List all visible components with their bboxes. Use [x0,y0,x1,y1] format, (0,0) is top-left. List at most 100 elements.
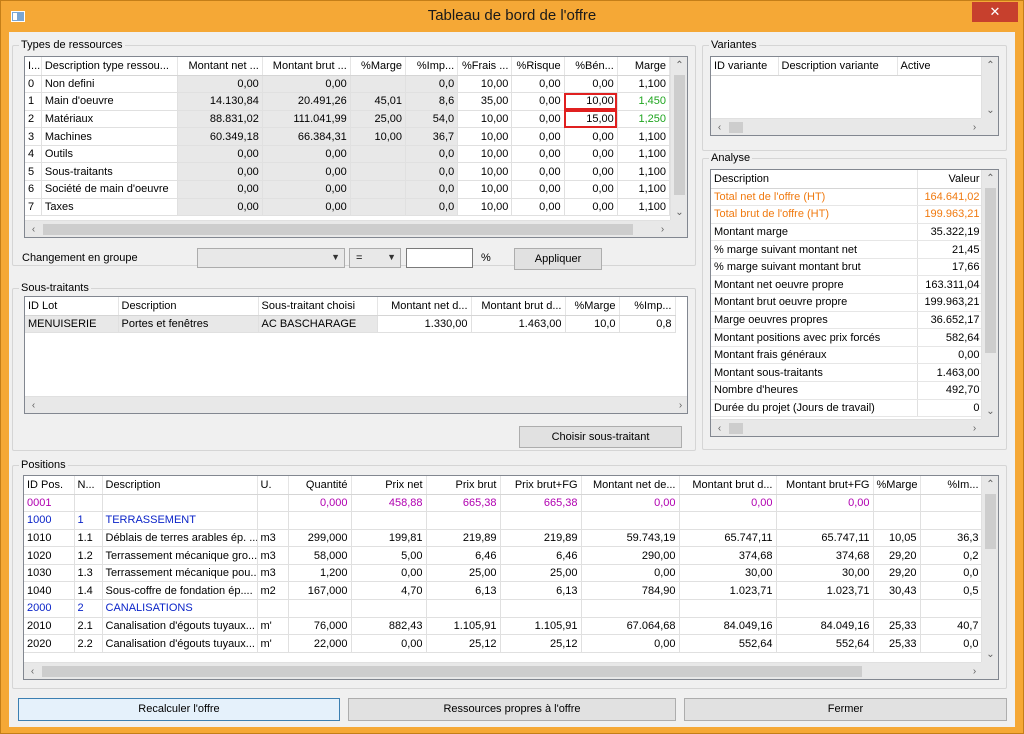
table-row[interactable]: 2010 2.1 Canalisation d'égouts tuyaux... m'… [24,617,983,636]
table-row[interactable]: Durée du projet (Jours de travail) 0 [711,399,984,418]
group-operator-combo[interactable]: = ▼ [349,248,401,268]
close-button[interactable]: ✕ [972,2,1018,22]
column-header[interactable]: Active [897,57,982,76]
choose-subcontractor-button[interactable]: Choisir sous-traitant [519,426,682,448]
scroll-left-icon[interactable]: ‹ [711,420,728,436]
table-row[interactable]: % marge suivant montant net 21,45 [711,240,984,259]
table-row[interactable]: 1030 1.3 Terrassement mécanique pou... m3 1,… [24,564,983,583]
variantes-grid[interactable]: ID variante Description variante Active ⌃ … [710,56,999,136]
scroll-thumb[interactable] [729,122,743,133]
column-header[interactable]: %Im... [920,476,983,495]
column-header[interactable]: Montant brut d... [471,297,566,316]
sous-traitants-horizontal-scrollbar[interactable]: ‹ › [25,396,687,413]
scroll-up-icon[interactable]: ⌃ [982,476,998,493]
table-row[interactable]: 7 Taxes 0,00 0,00 0,0 10,00 0,00 0,00 1,100 [25,198,671,217]
column-header[interactable]: Description [118,297,259,316]
column-header[interactable]: %Marge [565,297,620,316]
table-row[interactable]: MENUISERIE Portes et fenêtres AC BASCHARAG… [25,315,676,334]
table-row[interactable]: 2 Matériaux 88.831,02 111.041,99 25,00 54,0 10… [25,110,671,129]
column-header[interactable]: ID Lot [25,297,119,316]
column-header[interactable]: Montant net ... [177,57,263,76]
table-row[interactable]: 2000 2 CANALISATIONS [24,599,983,618]
column-header[interactable]: Valeur [917,170,984,189]
table-row[interactable]: 2020 2.2 Canalisation d'égouts tuyaux... m'… [24,634,983,653]
positions-horizontal-scrollbar[interactable]: ‹ › [24,662,983,679]
scroll-left-icon[interactable]: ‹ [711,119,728,135]
table-row[interactable]: Montant marge 35.322,19 [711,223,984,242]
scroll-thumb[interactable] [43,224,633,235]
table-row[interactable]: Montant sous-traitants 1.463,00 [711,363,984,383]
scroll-down-icon[interactable]: ⌄ [982,403,998,420]
column-header[interactable]: Marge [617,57,671,76]
scroll-down-icon[interactable]: ⌄ [982,646,998,663]
table-row[interactable]: 1020 1.2 Terrassement mécanique gro... m3 58… [24,546,983,565]
column-header[interactable]: Prix net [351,476,427,495]
positions-vertical-scrollbar[interactable]: ⌃ ⌄ [981,476,998,663]
scroll-up-icon[interactable]: ⌃ [982,170,998,187]
column-header[interactable]: ID Pos. [24,476,75,495]
column-header[interactable]: U. [257,476,289,495]
scroll-thumb[interactable] [985,494,996,549]
sous-traitants-grid[interactable]: ID Lot Description Sous-traitant choisi Mon… [24,296,688,414]
types-ressources-grid[interactable]: I... Description type ressou... Montant ne… [24,56,688,238]
scroll-thumb[interactable] [729,423,743,434]
scroll-thumb[interactable] [985,188,996,353]
analyse-grid[interactable]: Description Valeur Total net de l'offre (… [710,169,999,437]
table-row[interactable]: 5 Sous-traitants 0,00 0,00 0,0 10,00 0,00 0,00 1… [25,162,671,182]
table-row[interactable]: Total net de l'offre (HT) 164.641,02 [711,188,984,207]
positions-grid[interactable]: ID Pos. N... Description U. Quantité Prix net… [23,475,999,680]
types-horizontal-scrollbar[interactable]: ‹ › [25,220,671,237]
column-header[interactable]: Montant net de... [581,476,680,495]
column-header[interactable]: Quantité [288,476,352,495]
column-header[interactable]: %Frais ... [457,57,513,76]
group-value-input[interactable] [406,248,473,268]
scroll-thumb[interactable] [42,666,862,677]
table-row[interactable]: % marge suivant montant brut 17,66 [711,258,984,277]
scroll-left-icon[interactable]: ‹ [24,663,41,679]
analyse-horizontal-scrollbar[interactable]: ‹ › [711,419,983,436]
column-header[interactable]: %Marge [350,57,407,76]
column-header[interactable]: Description [102,476,258,495]
table-row[interactable]: 0 Non defini 0,00 0,00 0,0 10,00 0,00 0,00 1,100 [25,75,671,94]
recalculate-offer-button[interactable]: Recalculer l'offre [18,698,340,721]
table-row[interactable]: Montant net oeuvre propre 163.311,04 [711,275,984,295]
variantes-vertical-scrollbar[interactable]: ⌃ ⌄ [981,57,998,119]
analyse-vertical-scrollbar[interactable]: ⌃ ⌄ [981,170,998,420]
column-header[interactable]: Description variante [778,57,898,76]
table-row[interactable]: 0001 0,000 458,88 665,38 665,38 0,00 0,00 0,00 [24,494,983,513]
own-resources-button[interactable]: Ressources propres à l'offre [348,698,676,721]
table-row[interactable]: Montant frais généraux 0,00 [711,346,984,365]
scroll-right-icon[interactable]: › [654,221,671,237]
column-header[interactable]: Sous-traitant choisi [258,297,378,316]
group-resource-combo[interactable]: ▼ [197,248,345,268]
column-header[interactable]: %Bén... [564,57,618,76]
table-row[interactable]: Nombre d'heures 492,70 [711,381,984,400]
column-header[interactable]: %Imp... [619,297,676,316]
column-header[interactable]: Montant brut+FG [776,476,874,495]
column-header[interactable]: Prix brut+FG [500,476,582,495]
table-row[interactable]: Marge oeuvres propres 36.652,17 [711,311,984,330]
scroll-left-icon[interactable]: ‹ [25,397,42,413]
scroll-up-icon[interactable]: ⌃ [982,57,998,74]
scroll-right-icon[interactable]: › [672,397,687,413]
table-row[interactable]: 6 Société de main d'oeuvre 0,00 0,00 0,0 10,0… [25,180,671,199]
column-header[interactable]: %Imp... [405,57,459,76]
column-header[interactable]: Montant net d... [377,297,472,316]
column-header[interactable]: I... [25,57,42,76]
scroll-down-icon[interactable]: ⌄ [671,204,687,221]
table-row[interactable]: Total brut de l'offre (HT) 199.963,21 [711,205,984,224]
apply-button[interactable]: Appliquer [514,248,602,270]
table-row[interactable]: 1040 1.4 Sous-coffre de fondation ép.... m2… [24,581,983,601]
variantes-horizontal-scrollbar[interactable]: ‹ › [711,118,983,135]
table-row[interactable]: 3 Machines 60.349,18 66.384,31 10,00 36,7 10,0… [25,127,671,146]
column-header[interactable]: %Marge [873,476,921,495]
types-vertical-scrollbar[interactable]: ⌃ ⌄ [670,57,687,221]
table-row[interactable]: Montant positions avec prix forcés 582,64 [711,328,984,347]
column-header[interactable]: Description [711,170,918,189]
scroll-down-icon[interactable]: ⌄ [982,102,998,119]
column-header[interactable]: Montant brut d... [679,476,777,495]
column-header[interactable]: Description type ressou... [41,57,178,76]
table-row[interactable]: 4 Outils 0,00 0,00 0,0 10,00 0,00 0,00 1,100 [25,145,671,164]
column-header[interactable]: Montant brut ... [262,57,351,76]
table-row[interactable]: Montant brut oeuvre propre 199.963,21 [711,293,984,312]
